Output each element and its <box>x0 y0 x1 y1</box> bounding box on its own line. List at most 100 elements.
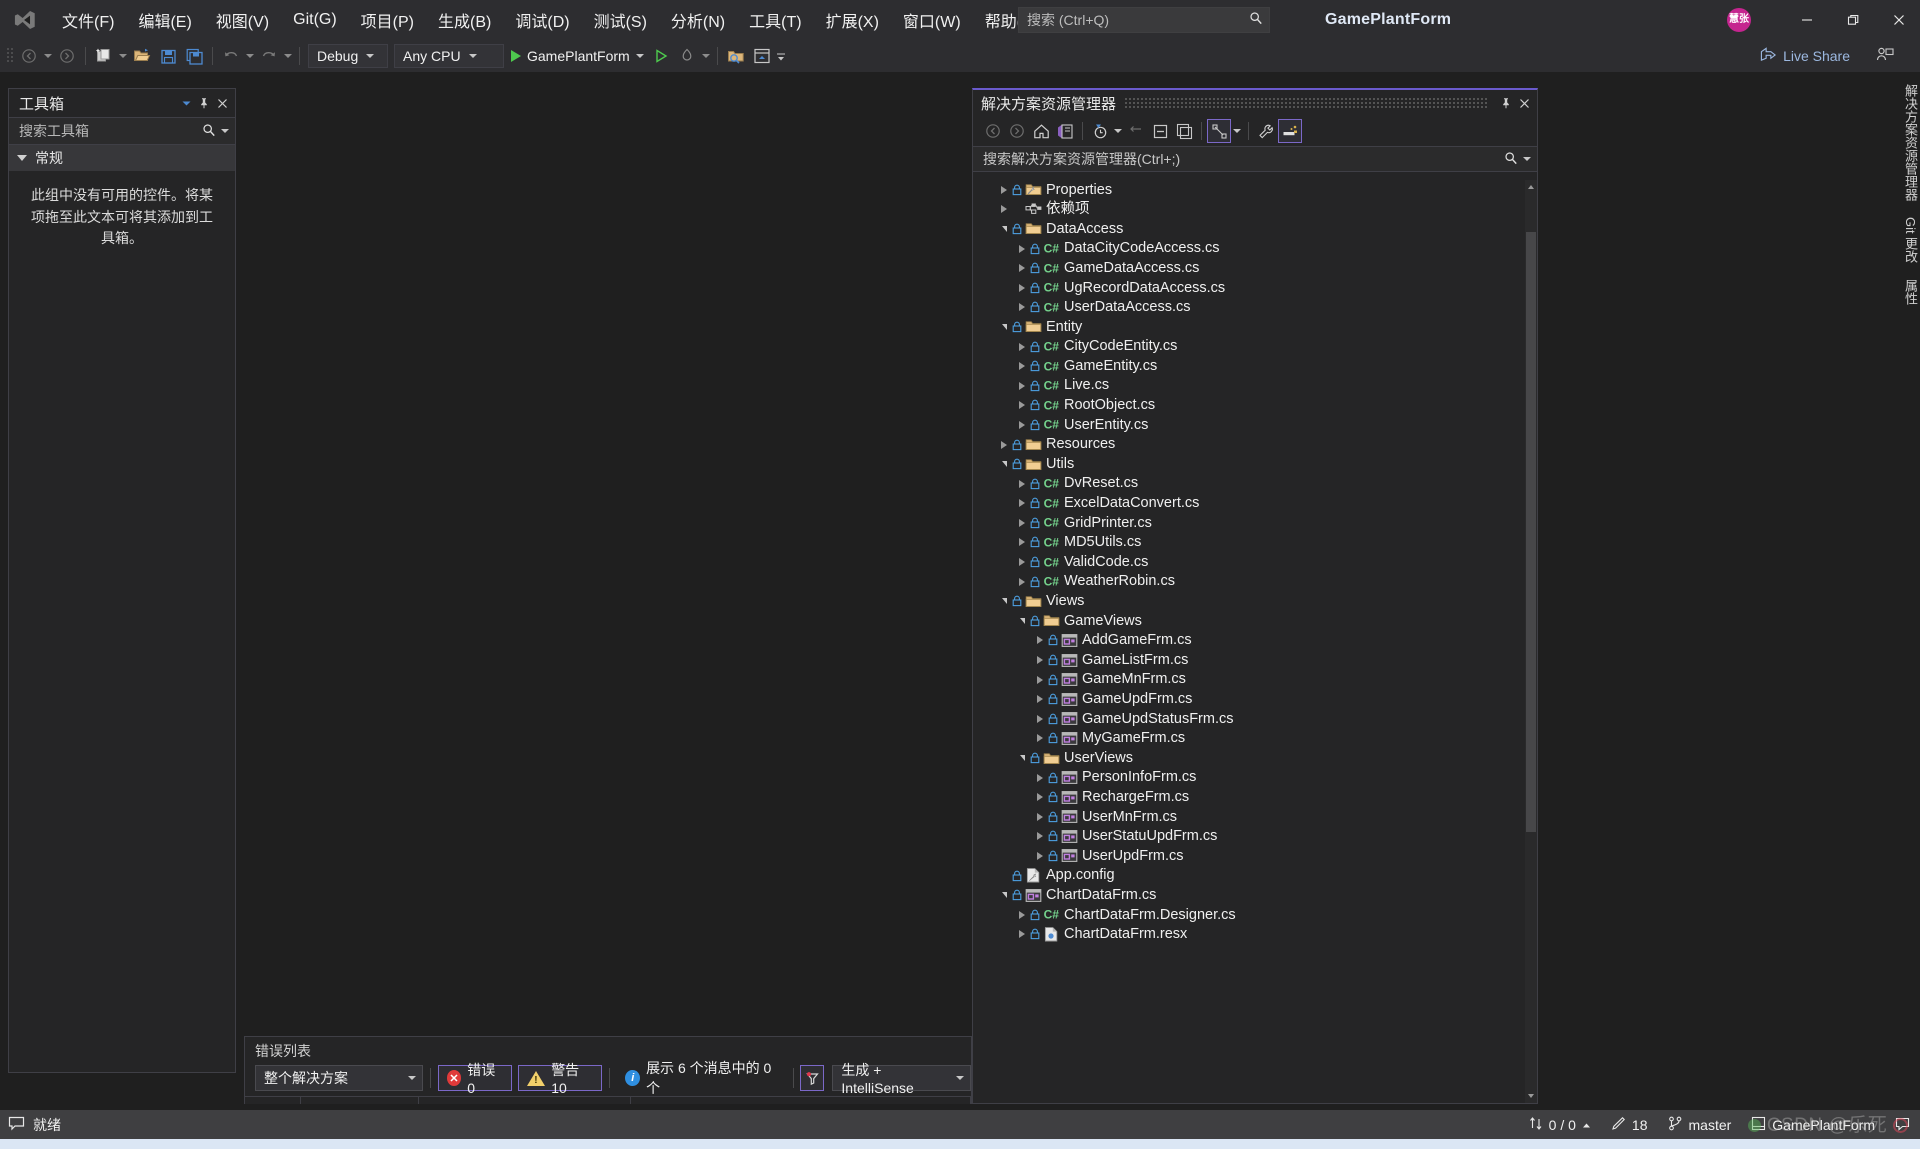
expander-collapsed-icon[interactable] <box>1033 809 1047 825</box>
preview-selected-items-icon[interactable] <box>1278 119 1302 143</box>
configuration-combo[interactable]: Debug <box>308 44 388 68</box>
show-all-files-icon[interactable] <box>1172 119 1196 143</box>
expander-collapsed-icon[interactable] <box>1015 339 1029 355</box>
expander-collapsed-icon[interactable] <box>1033 848 1047 864</box>
menu-tools[interactable]: 工具(T) <box>737 0 813 40</box>
platform-combo[interactable]: Any CPU <box>394 44 504 68</box>
expander-collapsed-icon[interactable] <box>1015 241 1029 257</box>
tree-node[interactable]: UserStatuUpdFrm.cs <box>973 827 1525 847</box>
status-repo-segment[interactable]: GamePlantForm <box>1741 1110 1885 1139</box>
tree-node[interactable]: C# RootObject.cs <box>973 396 1525 416</box>
tree-node[interactable]: C# ChartDataFrm.Designer.cs <box>973 905 1525 925</box>
messages-toggle[interactable]: i 展示 6 个消息中的 0 个 <box>616 1060 785 1096</box>
expander-collapsed-icon[interactable] <box>1033 828 1047 844</box>
navigate-backward-icon[interactable] <box>16 44 42 68</box>
expander-expanded-icon[interactable] <box>997 319 1011 335</box>
tree-node[interactable]: AddGameFrm.cs <box>973 631 1525 651</box>
expander-collapsed-icon[interactable] <box>1015 397 1029 413</box>
solution-explorer-window-icon[interactable] <box>749 44 775 68</box>
properties-wrench-icon[interactable] <box>1254 119 1278 143</box>
expander-collapsed-icon[interactable] <box>1033 632 1047 648</box>
expander-expanded-icon[interactable] <box>997 456 1011 472</box>
menu-test[interactable]: 测试(S) <box>582 0 659 40</box>
tree-node[interactable]: C# UserEntity.cs <box>973 415 1525 435</box>
tree-node[interactable]: Utils <box>973 454 1525 474</box>
expander-collapsed-icon[interactable] <box>1015 358 1029 374</box>
toolbox-pin-icon[interactable] <box>195 92 213 114</box>
switch-views-icon[interactable] <box>1053 119 1077 143</box>
tree-node[interactable]: C# GridPrinter.cs <box>973 513 1525 533</box>
new-project-icon[interactable] <box>91 44 117 68</box>
vtab-properties[interactable]: 属性 <box>1898 271 1920 313</box>
solution-tree-scrollbar[interactable] <box>1525 180 1537 1103</box>
tree-node[interactable]: C# ExcelDataConvert.cs <box>973 494 1525 514</box>
menu-project[interactable]: 项目(P) <box>349 0 426 40</box>
expander-collapsed-icon[interactable] <box>1015 534 1029 550</box>
close-button[interactable] <box>1876 0 1920 40</box>
panel-drag-handle[interactable] <box>1124 98 1489 108</box>
tree-node[interactable]: C# GameDataAccess.cs <box>973 258 1525 278</box>
tree-node[interactable]: RechargeFrm.cs <box>973 787 1525 807</box>
scroll-up-icon[interactable] <box>1525 180 1537 194</box>
pending-changes-filter-icon[interactable] <box>1088 119 1112 143</box>
menu-view[interactable]: 视图(V) <box>204 0 281 40</box>
tree-node[interactable]: UserMnFrm.cs <box>973 807 1525 827</box>
vtab-git-changes[interactable]: Git 更改 <box>1898 209 1920 271</box>
code-map-dropdown-icon[interactable] <box>1231 119 1243 143</box>
tree-node[interactable]: App.config <box>973 866 1525 886</box>
undo-icon[interactable] <box>218 44 244 68</box>
tree-node[interactable]: C# DataCityCodeAccess.cs <box>973 239 1525 259</box>
expander-collapsed-icon[interactable] <box>1015 417 1029 433</box>
menu-build[interactable]: 生成(B) <box>426 0 503 40</box>
search-solution-icon[interactable] <box>723 44 749 68</box>
solution-explorer-pin-icon[interactable] <box>1497 92 1515 114</box>
view-code-map-icon[interactable] <box>1207 119 1231 143</box>
live-share-account-icon[interactable] <box>1876 46 1894 69</box>
toolbox-search-dropdown-icon[interactable] <box>221 129 229 133</box>
tree-node[interactable]: MyGameFrm.cs <box>973 729 1525 749</box>
toolbox-close-icon[interactable] <box>213 92 231 114</box>
expander-collapsed-icon[interactable] <box>1015 515 1029 531</box>
warnings-toggle[interactable]: 警告 10 <box>518 1062 602 1096</box>
tree-node[interactable]: Entity <box>973 317 1525 337</box>
expander-collapsed-icon[interactable] <box>1015 926 1029 942</box>
collapse-all-icon[interactable] <box>1148 119 1172 143</box>
open-file-icon[interactable] <box>129 44 155 68</box>
sync-with-active-document-icon[interactable] <box>1124 119 1148 143</box>
undo-dropdown-icon[interactable] <box>244 44 256 68</box>
status-branch-segment[interactable]: master <box>1658 1110 1742 1139</box>
hot-reload-icon[interactable] <box>674 44 700 68</box>
expander-expanded-icon[interactable] <box>997 593 1011 609</box>
menu-file[interactable]: 文件(F) <box>50 0 126 40</box>
expander-collapsed-icon[interactable] <box>1015 299 1029 315</box>
solution-search-dropdown-icon[interactable] <box>1523 157 1531 161</box>
tree-node[interactable]: ChartDataFrm.cs <box>973 885 1525 905</box>
tree-node[interactable]: C# DvReset.cs <box>973 474 1525 494</box>
expander-collapsed-icon[interactable] <box>1015 907 1029 923</box>
expander-expanded-icon[interactable] <box>1015 613 1029 629</box>
home-icon[interactable] <box>1029 119 1053 143</box>
tree-node[interactable]: C# UgRecordDataAccess.cs <box>973 278 1525 298</box>
expander-collapsed-icon[interactable] <box>1015 554 1029 570</box>
forward-icon[interactable] <box>1005 119 1029 143</box>
menu-analyze[interactable]: 分析(N) <box>659 0 737 40</box>
menu-window[interactable]: 窗口(W) <box>891 0 973 40</box>
expander-collapsed-icon[interactable] <box>1033 652 1047 668</box>
tree-node[interactable]: ChartDataFrm.resx <box>973 925 1525 945</box>
menu-git[interactable]: Git(G) <box>281 0 349 40</box>
scrollbar-thumb[interactable] <box>1526 232 1536 832</box>
expander-collapsed-icon[interactable] <box>1033 711 1047 727</box>
tree-node[interactable]: C# Live.cs <box>973 376 1525 396</box>
start-without-debugging-icon[interactable] <box>648 44 674 68</box>
menu-debug[interactable]: 调试(D) <box>503 0 581 40</box>
expander-collapsed-icon[interactable] <box>997 201 1011 217</box>
redo-icon[interactable] <box>256 44 282 68</box>
expander-expanded-icon[interactable] <box>1015 750 1029 766</box>
solution-explorer-search-input[interactable]: 搜索解决方案资源管理器(Ctrl+;) <box>973 146 1537 172</box>
tree-node[interactable]: C# MD5Utils.cs <box>973 533 1525 553</box>
expander-collapsed-icon[interactable] <box>1015 280 1029 296</box>
tree-node[interactable]: Views <box>973 591 1525 611</box>
status-feedback-segment[interactable] <box>1885 1110 1920 1139</box>
expander-collapsed-icon[interactable] <box>1033 672 1047 688</box>
toolbox-menu-chevron-down-icon[interactable] <box>177 92 195 114</box>
